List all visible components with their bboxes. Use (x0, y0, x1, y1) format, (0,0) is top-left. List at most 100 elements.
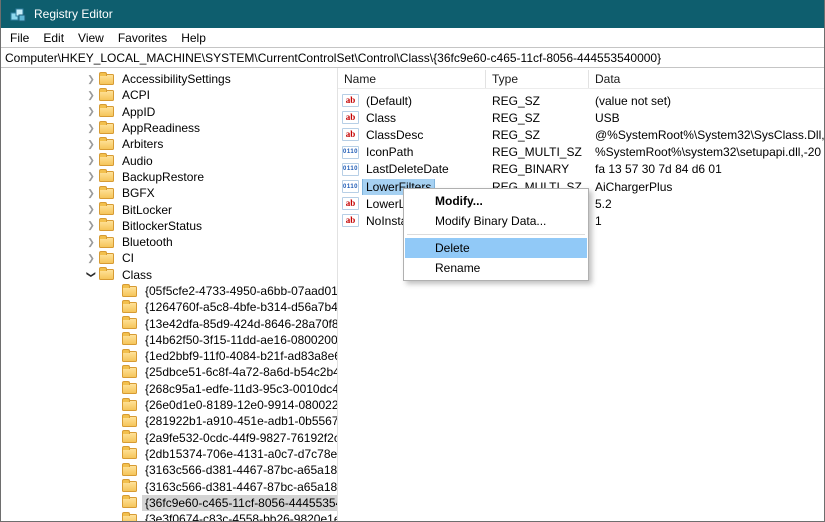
chevron-right-icon[interactable]: ❯ (83, 205, 99, 214)
tree-item[interactable]: ❯Bluetooth (1, 234, 337, 250)
folder-icon (122, 334, 137, 345)
tree-item[interactable]: ❯BGFX (1, 185, 337, 201)
tree-item-label: {36fc9e60-c465-11cf-8056-444553540000} (142, 495, 338, 511)
menu-item-view[interactable]: View (71, 28, 111, 47)
tree-item[interactable]: {14b62f50-3f15-11dd-ae16-0800200c9a6 (1, 332, 337, 348)
registry-value-row[interactable]: (Default)REG_SZ(value not set) (338, 92, 824, 109)
tree-item[interactable]: {268c95a1-edfe-11d3-95c3-0010dc4050 (1, 381, 337, 397)
folder-icon (122, 497, 137, 508)
string-value-icon (342, 111, 359, 124)
menu-item-file[interactable]: File (3, 28, 36, 47)
tree-item[interactable]: ❯Arbiters (1, 136, 337, 152)
tree-item-label: Class (119, 267, 155, 283)
chevron-right-icon[interactable]: ❯ (83, 75, 99, 84)
tree-item[interactable]: {2a9fe532-0cdc-44f9-9827-76192f2ca2fb (1, 430, 337, 446)
chevron-right-icon[interactable]: ❯ (83, 189, 99, 198)
value-name: ClassDesc (363, 127, 426, 143)
chevron-right-icon[interactable]: ❯ (83, 238, 99, 247)
tree-item[interactable]: ❯ CI (1, 250, 337, 266)
chevron-right-icon[interactable]: ❯ (83, 156, 99, 165)
chevron-right-icon[interactable]: ❯ (83, 91, 99, 100)
value-name-cell: LastDeleteDate (338, 161, 486, 177)
tree-item[interactable]: {1ed2bbf9-11f0-4084-b21f-ad83a8e6dcc (1, 348, 337, 364)
folder-icon (122, 448, 137, 459)
context-menu-item-delete[interactable]: Delete (405, 238, 587, 258)
value-type-cell: REG_SZ (486, 111, 589, 125)
context-menu-item-rename[interactable]: Rename (405, 258, 587, 278)
folder-icon (122, 465, 137, 476)
list-header: NameTypeData (338, 70, 824, 89)
registry-value-row[interactable]: ClassDescREG_SZ@%SystemRoot%\System32\Sy… (338, 126, 824, 143)
string-value-icon (342, 128, 359, 141)
tree-item[interactable]: {1264760f-a5c8-4bfe-b314-d56a7b44a3 (1, 299, 337, 315)
tree-item[interactable]: {3163c566-d381-4467-87bc-a65a18d5b6 (1, 462, 337, 478)
tree-item-label: {3163c566-d381-4467-87bc-a65a18d5b6 (142, 462, 338, 478)
chevron-right-icon[interactable]: ❯ (83, 140, 99, 149)
main-split: ❯AccessibilitySettings❯ACPI❯AppID❯AppRea… (1, 68, 824, 521)
context-menu-item-modify[interactable]: Modify... (405, 191, 587, 211)
menu-separator (407, 234, 585, 235)
registry-editor-icon (10, 6, 26, 22)
folder-icon (99, 253, 114, 264)
menu-item-edit[interactable]: Edit (36, 28, 71, 47)
column-header-name[interactable]: Name (338, 70, 486, 88)
tree-item[interactable]: ❯Audio (1, 152, 337, 168)
tree-item[interactable]: {26e0d1e0-8189-12e0-9914-0800223019 (1, 397, 337, 413)
tree-item[interactable]: ❯ ACPI (1, 87, 337, 103)
tree-item-label: BitLocker (119, 202, 175, 218)
registry-value-row[interactable]: LastDeleteDateREG_BINARYfa 13 57 30 7d 8… (338, 161, 824, 178)
chevron-right-icon[interactable]: ❯ (83, 124, 99, 133)
context-menu-item-modify-binary-data[interactable]: Modify Binary Data... (405, 211, 587, 231)
chevron-right-icon[interactable]: ❯ (83, 172, 99, 181)
tree-item[interactable]: ❯ AppID (1, 104, 337, 120)
tree-item-label: {13e42dfa-85d9-424d-8646-28a70f864f9 (142, 316, 338, 332)
tree: ❯AccessibilitySettings❯ACPI❯AppID❯AppRea… (1, 68, 338, 521)
context-menu: Modify...Modify Binary Data... DeleteRena… (403, 188, 589, 281)
tree-item[interactable]: ❯ Class (1, 267, 337, 283)
folder-icon (122, 383, 137, 394)
chevron-right-icon[interactable]: ❯ (83, 107, 99, 116)
value-data-cell: AiChargerPlus (589, 180, 824, 194)
tree-item-label: {281922b1-a910-451e-adb1-0b5567f1ed (142, 413, 338, 429)
tree-item-label: {2db15374-706e-4131-a0c7-d7c78eb028 (142, 446, 338, 462)
tree-item[interactable]: {2db15374-706e-4131-a0c7-d7c78eb028 (1, 446, 337, 462)
tree-item[interactable]: ❯ AppReadiness (1, 120, 337, 136)
tree-item-label: BackupRestore (119, 169, 207, 185)
chevron-right-icon[interactable]: ❯ (83, 254, 99, 263)
tree-item-label: {1ed2bbf9-11f0-4084-b21f-ad83a8e6dcc (142, 348, 338, 364)
string-value-icon (342, 94, 359, 107)
tree-item-label: CI (119, 250, 137, 266)
tree-item[interactable]: ❯ BitLocker (1, 201, 337, 217)
folder-icon (122, 400, 137, 411)
tree-item[interactable]: {281922b1-a910-451e-adb1-0b5567f1ed (1, 413, 337, 429)
value-data-cell: 1 (589, 214, 824, 228)
chevron-down-icon[interactable]: ❯ (87, 267, 96, 283)
folder-icon (99, 204, 114, 215)
tree-item[interactable]: {05f5cfe2-4733-4950-a6bb-07aad01a3a3 (1, 283, 337, 299)
binary-value-icon (342, 146, 359, 159)
value-data-cell: %SystemRoot%\system32\setupapi.dll,-20 (589, 145, 824, 159)
tree-item[interactable]: ❯AccessibilitySettings (1, 71, 337, 87)
registry-value-row[interactable]: IconPathREG_MULTI_SZ%SystemRoot%\system3… (338, 144, 824, 161)
tree-item[interactable]: {3163c566-d381-4467-87bc-a65a18d5b6 (1, 478, 337, 494)
tree-item-label: ACPI (119, 87, 153, 103)
registry-value-row[interactable]: ClassREG_SZUSB (338, 109, 824, 126)
tree-item[interactable]: {13e42dfa-85d9-424d-8646-28a70f864f9 (1, 315, 337, 331)
tree-item-label: {1264760f-a5c8-4bfe-b314-d56a7b44a3 (142, 299, 338, 315)
menu-item-help[interactable]: Help (174, 28, 213, 47)
menu-item-favorites[interactable]: Favorites (111, 28, 174, 47)
column-header-data[interactable]: Data (589, 70, 824, 88)
address-bar[interactable] (1, 47, 824, 68)
tree-item[interactable]: {3e3f0674-c83c-4558-bb26-9820e1eba5c (1, 511, 337, 521)
tree-item[interactable]: {25dbce51-6c8f-4a72-8a6d-b54c2b4fc8 (1, 364, 337, 380)
tree-item-label: AppID (119, 104, 158, 120)
tree-item[interactable]: {36fc9e60-c465-11cf-8056-444553540000} (1, 495, 337, 511)
tree-item[interactable]: ❯ BackupRestore (1, 169, 337, 185)
chevron-right-icon[interactable]: ❯ (83, 221, 99, 230)
column-header-type[interactable]: Type (486, 70, 589, 88)
folder-icon (99, 269, 114, 280)
tree-item[interactable]: ❯BitlockerStatus (1, 218, 337, 234)
value-data-cell: USB (589, 111, 824, 125)
tree-item-label: AppReadiness (119, 120, 203, 136)
value-list: (Default)REG_SZ(value not set)ClassREG_S… (338, 89, 824, 521)
